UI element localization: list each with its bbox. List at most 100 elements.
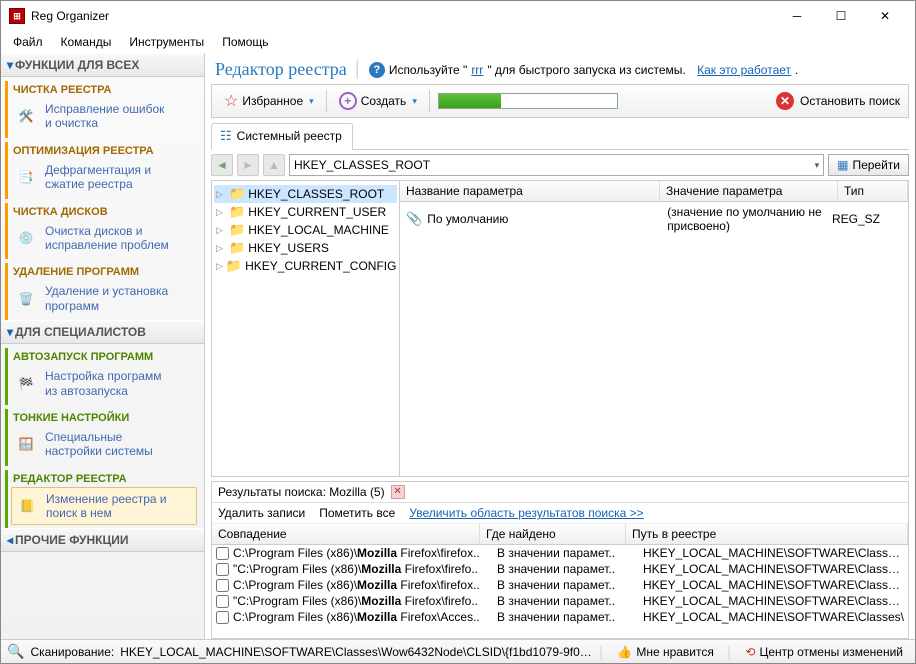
result-row[interactable]: C:\Program Files (x86)\Mozilla Firefox\f… (212, 577, 908, 593)
close-button[interactable]: ✕ (863, 2, 907, 30)
result-row[interactable]: "C:\Program Files (x86)\Mozilla Firefox\… (212, 593, 908, 609)
undo-center-button[interactable]: ⟲Центр отмены изменений (739, 645, 909, 659)
menu-tools[interactable]: Инструменты (121, 33, 212, 51)
search-icon: 🔍 (7, 643, 24, 660)
menu-file[interactable]: Файл (5, 33, 51, 51)
sidebar-cat-disk-clean: ЧИСТКА ДИСКОВ 💿 Очистка дисков иисправле… (5, 203, 200, 260)
sidebar-item-defrag[interactable]: 📑 Дефрагментация исжатие реестра (11, 159, 197, 196)
expand-icon[interactable]: ▷ (216, 243, 226, 254)
sidebar-cat-registry-opt: ОПТИМИЗАЦИЯ РЕЕСТРА 📑 Дефрагментация исж… (5, 142, 200, 199)
sidebar-item-autorun[interactable]: 🏁 Настройка программиз автозапуска (11, 365, 197, 402)
menu-commands[interactable]: Команды (53, 33, 120, 51)
result-row[interactable]: "C:\Program Files (x86)\Mozilla Firefox\… (212, 561, 908, 577)
sidebar-item-tweaks[interactable]: 🪟 Специальныенастройки системы (11, 426, 197, 463)
flag-gear-icon: 🏁 (13, 371, 39, 397)
main-panel: Редактор реестра │ ? Используйте "rrr" д… (205, 53, 915, 639)
like-button[interactable]: 👍Мне нравится (611, 645, 720, 659)
tree-node[interactable]: ▷📁HKEY_CURRENT_USER (214, 203, 397, 221)
tab-system-registry[interactable]: ☷Системный реестр (211, 123, 353, 150)
minimize-button[interactable]: ─ (775, 2, 819, 30)
tree-node[interactable]: ▷📁HKEY_CURRENT_CONFIG (214, 257, 397, 275)
menu-help[interactable]: Помощь (214, 33, 276, 51)
row-checkbox[interactable] (216, 579, 229, 592)
folder-icon: 📁 (229, 240, 245, 256)
registry-tree[interactable]: ▷📁HKEY_CLASSES_ROOT ▷📁HKEY_CURRENT_USER … (212, 181, 400, 476)
chevron-left-icon: ◂ (7, 533, 13, 547)
address-nav: ◄ ► ▲ HKEY_CLASSES_ROOT▾ ▦Перейти (211, 154, 909, 176)
tree-node[interactable]: ▷📁HKEY_CLASSES_ROOT (214, 185, 397, 203)
go-button[interactable]: ▦Перейти (828, 154, 909, 176)
expand-icon[interactable]: ▷ (216, 207, 226, 218)
expand-icon[interactable]: ▷ (216, 261, 223, 272)
status-scan-path: HKEY_LOCAL_MACHINE\SOFTWARE\Classes\Wow6… (120, 645, 592, 659)
tree-node[interactable]: ▷📁HKEY_LOCAL_MACHINE (214, 221, 397, 239)
app-icon: ⊞ (9, 8, 25, 24)
plus-icon: + (339, 92, 357, 110)
tip-link-rrr[interactable]: rrr (471, 63, 483, 77)
results-grid-header: Совпадение Где найдено Путь в реестре (212, 524, 908, 545)
sidebar: ▾ФУНКЦИИ ДЛЯ ВСЕХ ЧИСТКА РЕЕСТРА 🛠️ Испр… (1, 53, 205, 639)
mark-all-button[interactable]: Пометить все (319, 506, 395, 520)
folder-icon: 📁 (229, 222, 245, 238)
close-results-button[interactable]: ✕ (391, 485, 405, 499)
nav-up-button[interactable]: ▲ (263, 154, 285, 176)
row-checkbox[interactable] (216, 563, 229, 576)
folder-icon: 📁 (229, 204, 245, 220)
col-where[interactable]: Где найдено (480, 524, 626, 544)
maximize-button[interactable]: ☐ (819, 2, 863, 30)
result-row[interactable]: C:\Program Files (x86)\Mozilla Firefox\f… (212, 545, 908, 561)
chevron-down-icon: ▾ (309, 96, 314, 107)
col-type[interactable]: Тип (838, 181, 908, 201)
status-scan-label: Сканирование: (30, 645, 114, 659)
chevron-down-icon: ▾ (412, 96, 417, 107)
sidebar-section-other[interactable]: ◂ПРОЧИЕ ФУНКЦИИ (1, 528, 204, 552)
row-checkbox[interactable] (216, 611, 229, 624)
tree-node[interactable]: ▷📁HKEY_USERS (214, 239, 397, 257)
results-actions: Удалить записи Пометить все Увеличить об… (212, 503, 908, 524)
nav-forward-button[interactable]: ► (237, 154, 259, 176)
trash-icon: 🗑️ (13, 286, 39, 312)
expand-results-link[interactable]: Увеличить область результатов поиска >> (409, 506, 643, 520)
nav-back-button[interactable]: ◄ (211, 154, 233, 176)
col-value[interactable]: Значение параметра (660, 181, 838, 201)
create-button[interactable]: +Создать▾ (335, 90, 421, 112)
sidebar-item-uninstall[interactable]: 🗑️ Удаление и установкапрограмм (11, 280, 197, 317)
star-icon: ☆ (224, 91, 238, 111)
col-name[interactable]: Название параметра (400, 181, 660, 201)
grid-header: Название параметра Значение параметра Ти… (400, 181, 908, 202)
chevron-down-icon: ▾ (815, 160, 820, 171)
registry-icon: 📒 (14, 493, 40, 519)
sidebar-section-all[interactable]: ▾ФУНКЦИИ ДЛЯ ВСЕХ (1, 53, 204, 77)
result-row[interactable]: C:\Program Files (x86)\Mozilla Firefox\A… (212, 609, 908, 625)
expand-icon[interactable]: ▷ (216, 225, 226, 236)
toolbar: ☆Избранное▾ +Создать▾ ✕Остановить поиск (211, 84, 909, 118)
col-path[interactable]: Путь в реестре (626, 524, 908, 544)
tabbar: ☷Системный реестр (211, 122, 909, 150)
titlebar: ⊞ Reg Organizer ─ ☐ ✕ (1, 1, 915, 31)
goto-icon: ▦ (837, 158, 848, 172)
wrench-icon: 🛠️ (13, 103, 39, 129)
menubar: Файл Команды Инструменты Помощь (1, 31, 915, 53)
stop-icon: ✕ (776, 92, 794, 110)
col-match[interactable]: Совпадение (212, 524, 480, 544)
results-grid: Совпадение Где найдено Путь в реестре C:… (212, 524, 908, 638)
expand-icon[interactable]: ▷ (216, 189, 226, 200)
sidebar-item-fix-errors[interactable]: 🛠️ Исправление ошибоки очистка (11, 98, 197, 135)
registry-split: ▷📁HKEY_CLASSES_ROOT ▷📁HKEY_CURRENT_USER … (211, 180, 909, 477)
favorites-button[interactable]: ☆Избранное▾ (220, 89, 318, 113)
chevron-down-icon: ▾ (7, 58, 13, 72)
statusbar: 🔍 Сканирование: HKEY_LOCAL_MACHINE\SOFTW… (1, 639, 915, 663)
how-it-works-link[interactable]: Как это работает (697, 63, 791, 77)
grid-row[interactable]: 📎 По умолчанию (значение по умолчанию не… (400, 202, 908, 236)
window-title: Reg Organizer (31, 9, 775, 23)
sidebar-item-disk-clean[interactable]: 💿 Очистка дисков иисправление проблем (11, 220, 197, 257)
sidebar-cat-uninstall: УДАЛЕНИЕ ПРОГРАММ 🗑️ Удаление и установк… (5, 263, 200, 320)
row-checkbox[interactable] (216, 547, 229, 560)
row-checkbox[interactable] (216, 595, 229, 608)
sidebar-section-special[interactable]: ▾ДЛЯ СПЕЦИАЛИСТОВ (1, 320, 204, 344)
delete-entries-button[interactable]: Удалить записи (218, 506, 305, 520)
cat-header: ЧИСТКА ДИСКОВ (11, 206, 197, 220)
stop-search-button[interactable]: ✕Остановить поиск (776, 92, 900, 110)
address-input[interactable]: HKEY_CLASSES_ROOT▾ (289, 154, 824, 176)
sidebar-item-registry-editor[interactable]: 📒 Изменение реестра ипоиск в нем (11, 487, 197, 526)
